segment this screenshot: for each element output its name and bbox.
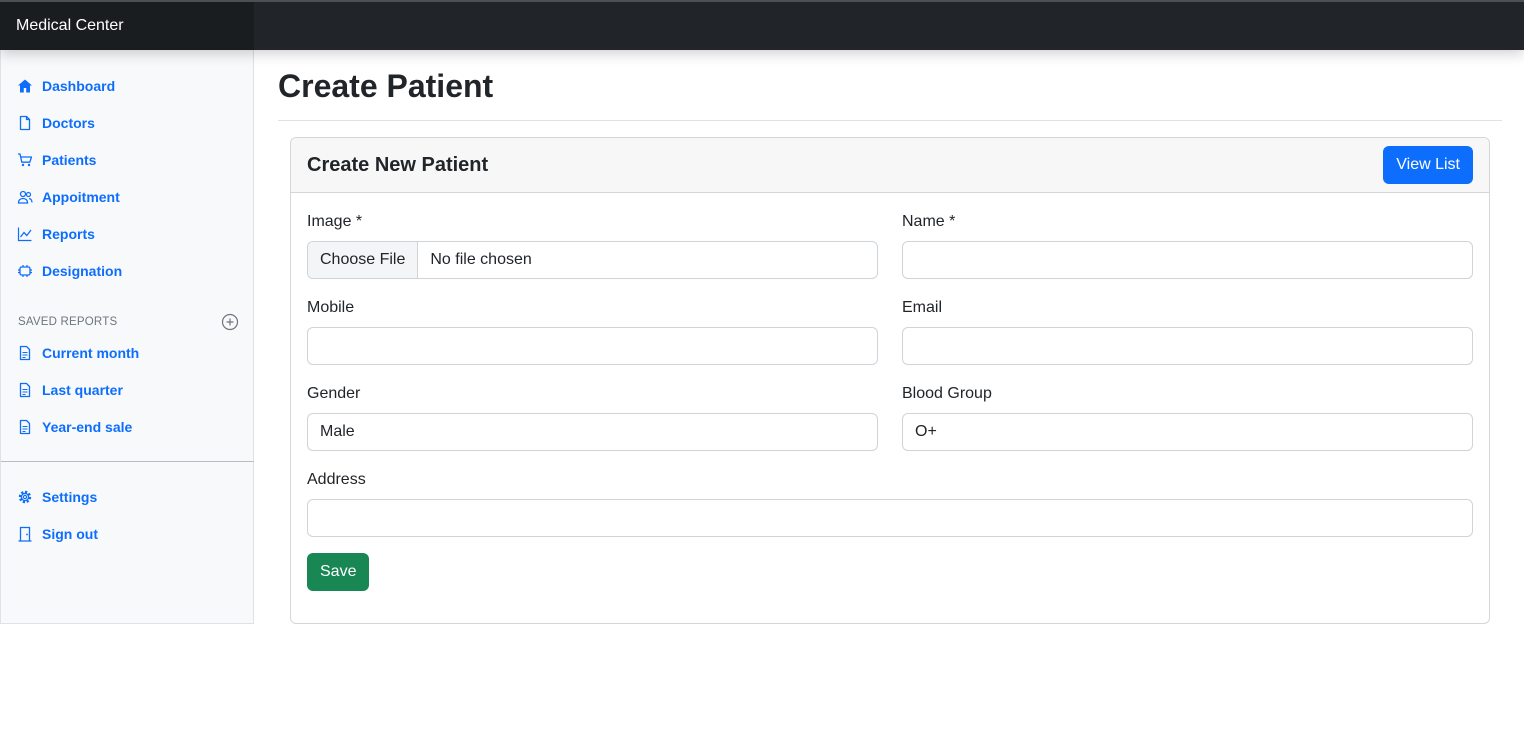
email-label: Email [902, 299, 943, 316]
sidebar-item-year-end-sale[interactable]: Year-end sale [17, 415, 132, 439]
gender-label: Gender [307, 385, 361, 402]
sidebar-item-designation[interactable]: Designation [17, 259, 122, 283]
bar-chart-icon [17, 227, 32, 242]
sidebar-item-last-quarter[interactable]: Last quarter [17, 378, 123, 402]
layers-icon [18, 265, 32, 277]
sidebar-item-dashboard[interactable]: Dashboard [17, 74, 115, 98]
sidebar-item-label: Doctors [42, 115, 95, 131]
sidebar-item-settings[interactable]: Settings [17, 485, 97, 509]
file-text-icon [19, 419, 31, 435]
sidebar-item-label: Settings [42, 489, 98, 505]
title-divider [278, 120, 1502, 121]
sidebar-item-label: Year-end sale [42, 419, 133, 435]
card-title: Create New Patient [307, 154, 489, 176]
card-header: Create New Patient View List [291, 138, 1489, 193]
file-text-icon [19, 345, 31, 361]
shopping-cart-icon [18, 153, 33, 167]
sidebar-item-appoitment[interactable]: Appoitment [17, 185, 120, 209]
mobile-field[interactable] [307, 327, 878, 365]
top-navbar: Medical Center [0, 0, 1524, 50]
gear-icon [18, 490, 32, 504]
gender-field[interactable]: Male [307, 413, 878, 451]
sidebar-item-label: Last quarter [42, 382, 123, 398]
sidebar-divider [1, 461, 254, 462]
plus-circle-icon[interactable] [221, 313, 239, 331]
name-field[interactable] [902, 241, 1473, 279]
view-list-button[interactable]: View List [1383, 146, 1473, 184]
blood-group-label: Blood Group [902, 385, 992, 402]
sidebar-item-sign-out[interactable]: Sign out [17, 522, 98, 546]
sidebar-item-current-month[interactable]: Current month [17, 341, 139, 365]
sidebar-item-label: Reports [42, 226, 95, 242]
sidebar-item-label: Dashboard [42, 78, 116, 94]
choose-file-button[interactable]: Choose File [308, 242, 419, 278]
blood-group-field[interactable]: O+ [902, 413, 1473, 451]
mobile-label: Mobile [307, 299, 355, 316]
file-icon [19, 115, 31, 131]
sidebar: Dashboard Doctors Patients Appoitment Re… [0, 50, 254, 624]
sidebar-item-label: Current month [42, 345, 140, 361]
users-icon [17, 190, 33, 204]
file-status: No file chosen [430, 251, 532, 268]
sidebar-item-reports[interactable]: Reports [17, 222, 95, 246]
image-label: Image * [307, 213, 363, 230]
sidebar-item-label: Designation [42, 263, 123, 279]
saved-reports-title: SAVED REPORTS [18, 316, 118, 328]
create-patient-card: Create New Patient View List Image * Cho… [290, 137, 1490, 624]
file-text-icon [19, 382, 31, 398]
door-icon [18, 526, 32, 542]
email-field[interactable] [902, 327, 1473, 365]
address-field[interactable] [307, 499, 1473, 537]
save-button[interactable]: Save [307, 553, 370, 591]
name-label: Name * [902, 213, 956, 230]
page-title: Create Patient [278, 68, 494, 104]
brand-link[interactable]: Medical Center [0, 2, 254, 50]
sidebar-item-doctors[interactable]: Doctors [17, 111, 95, 135]
sidebar-item-label: Patients [42, 152, 97, 168]
sidebar-item-patients[interactable]: Patients [17, 148, 96, 172]
sidebar-item-label: Appoitment [42, 189, 120, 205]
address-label: Address [307, 471, 366, 488]
sidebar-item-label: Sign out [42, 526, 98, 542]
home-icon [18, 79, 32, 93]
image-file-input[interactable]: Choose File No file chosen [307, 241, 878, 279]
saved-reports-header: SAVED REPORTS [18, 313, 239, 331]
